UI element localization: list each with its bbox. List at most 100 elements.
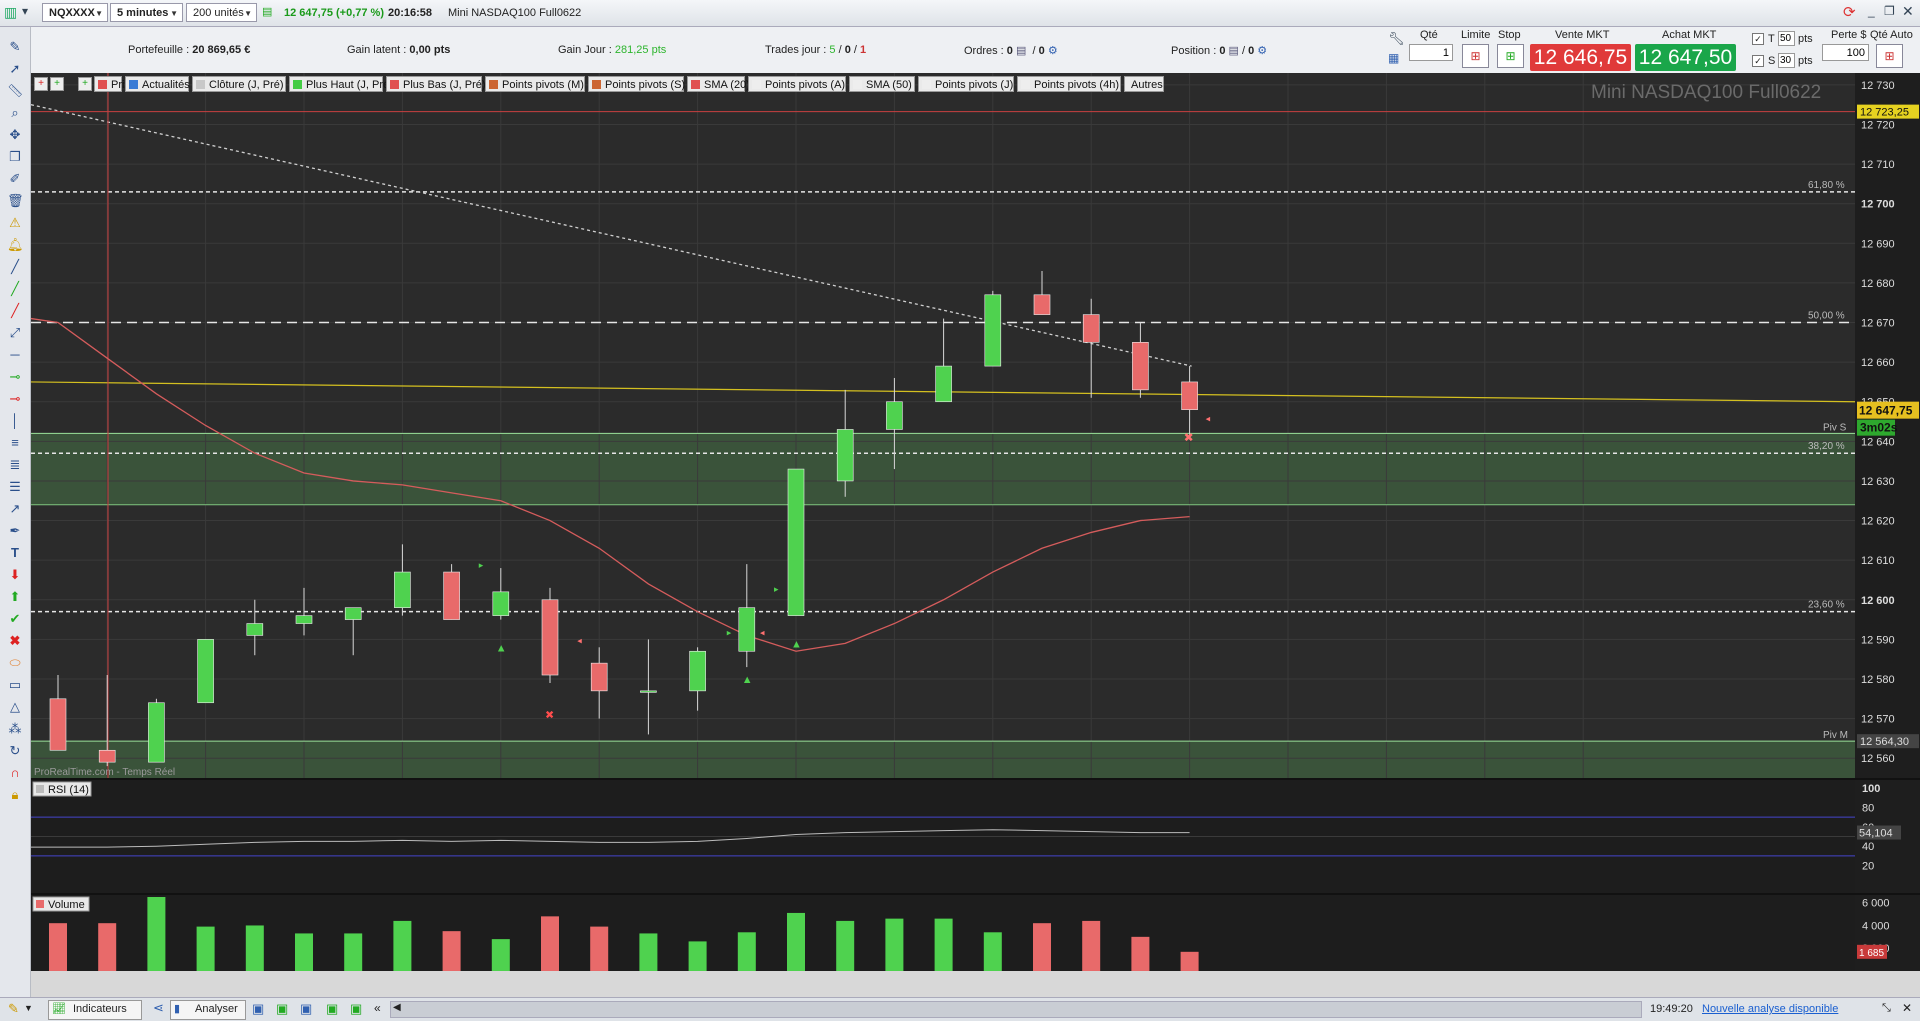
share-icon[interactable]: ⋖ xyxy=(153,1000,164,1016)
pencil-icon[interactable]: ✎ xyxy=(7,39,23,55)
fib-fan-icon[interactable]: ☰ xyxy=(7,479,23,495)
rectangle-icon[interactable]: ▭ xyxy=(7,677,23,693)
close-icon[interactable]: ✕ xyxy=(1902,1001,1912,1015)
legend-item[interactable]: Points pivots (M) xyxy=(485,76,585,92)
pen-menu-icon[interactable]: ✎ xyxy=(8,1001,19,1017)
volume-tick-label: 6 000 xyxy=(1862,898,1890,910)
maximize-icon[interactable]: _ xyxy=(1868,4,1875,18)
auto-qty-icon[interactable]: ⊞ xyxy=(1876,44,1903,68)
chart-scrollbar[interactable]: ◀ xyxy=(390,1001,1642,1018)
legend-label: SMA (20) xyxy=(704,79,750,91)
legend-item[interactable]: Points pivots (J) xyxy=(918,76,1014,92)
window-icon-4[interactable]: ▣ xyxy=(326,1001,338,1017)
copy-icon[interactable]: ❐ xyxy=(7,149,23,165)
red-line-icon[interactable]: ╱ xyxy=(7,303,23,319)
magnet-icon[interactable]: ∩ xyxy=(7,765,23,781)
window-restore-icon[interactable] xyxy=(1843,5,1857,19)
legend-item[interactable]: SMA (50) xyxy=(849,76,915,92)
orders-list-icon[interactable]: ▤ xyxy=(1016,45,1026,57)
cursor-icon[interactable]: ➚ xyxy=(7,61,23,77)
legend-move-icon[interactable]: + xyxy=(50,77,64,91)
new-analysis-link[interactable]: Nouvelle analyse disponible xyxy=(1702,1003,1838,1015)
settings-icon[interactable]: ⚙ xyxy=(1257,45,1267,57)
legend-item[interactable]: Points pivots (A) xyxy=(748,76,846,92)
restore-icon[interactable]: ❐ xyxy=(1884,4,1895,18)
wrench-icon[interactable]: 🔧︎ xyxy=(1388,31,1405,47)
s-checkbox[interactable]: ✓ xyxy=(1752,55,1764,67)
keyboard-icon[interactable]: ▦ xyxy=(1388,51,1399,65)
t-checkbox[interactable]: ✓ xyxy=(1752,33,1764,45)
check-icon[interactable]: ✔ xyxy=(7,611,23,627)
cycle-icon[interactable]: ↻ xyxy=(7,743,23,759)
bell-icon[interactable]: 🔔︎ xyxy=(7,237,24,253)
fib-extension-icon[interactable]: ≣ xyxy=(7,457,23,473)
stop-order-icon[interactable]: ⊞ xyxy=(1497,44,1524,68)
green-line-icon[interactable]: ╱ xyxy=(7,281,23,297)
pen-icon[interactable]: ✒ xyxy=(7,523,23,539)
chart-type-icon[interactable]: ▥ xyxy=(4,4,20,20)
s-input[interactable] xyxy=(1778,53,1795,68)
legend-item[interactable]: Clôture (J, Pré) xyxy=(192,76,286,92)
legend-item[interactable]: Plus Bas (J, Pré) xyxy=(386,76,486,92)
line-icon[interactable]: ╱ xyxy=(7,259,23,275)
position-list-icon[interactable]: ▤ xyxy=(1229,45,1239,57)
brush-icon[interactable]: ✐ xyxy=(7,171,23,187)
move-icon[interactable]: ✥ xyxy=(7,127,23,143)
y-tick-label: 12 640 xyxy=(1861,436,1895,448)
qty-label: Qté xyxy=(1420,29,1438,41)
indicators-button[interactable]: 📈︎ Indicateurs xyxy=(48,1000,142,1020)
limit-order-icon[interactable]: ⊞ xyxy=(1462,44,1489,68)
legend-overlay-icon[interactable]: + xyxy=(78,77,92,91)
legend-item[interactable]: Actualités xyxy=(125,76,190,92)
lock-icon[interactable]: 🔒︎ xyxy=(7,787,23,803)
chart-area[interactable]: ▲ ▲ ▲ ✖ ✖ ▸ ▸ ▸ ◂ ◂ ◂ 61,80 % 50,00 % 38,20 % 23,60 % P… xyxy=(31,73,1920,971)
red-hline-icon[interactable]: ⊸ xyxy=(7,391,23,407)
legend-zoom-icon[interactable]: + xyxy=(34,77,48,91)
close-icon[interactable]: ✕ xyxy=(1902,3,1914,20)
window-icon-2[interactable]: ▣ xyxy=(276,1001,288,1017)
alert-icon[interactable]: ⚠ xyxy=(7,215,23,231)
zoom-icon[interactable]: ⌕ xyxy=(7,105,23,121)
cross-icon[interactable]: ✖ xyxy=(7,633,23,649)
ellipse-icon[interactable]: ⬭ xyxy=(7,655,23,671)
legend-item[interactable]: Points pivots (4h) xyxy=(1017,76,1121,92)
timeframe-select[interactable]: 5 minutes ▼ xyxy=(110,3,183,22)
sell-market-button[interactable]: 12 646,75 xyxy=(1530,44,1631,71)
qty-input[interactable] xyxy=(1409,44,1453,61)
arrow-up-icon[interactable]: ⬆ xyxy=(7,589,23,605)
ruler-icon[interactable]: 📏︎ xyxy=(7,83,24,99)
settings-icon[interactable]: ⚙ xyxy=(1048,45,1058,57)
scroll-left-icon[interactable]: « xyxy=(374,1001,381,1015)
text-icon[interactable]: T xyxy=(7,545,23,561)
t-input[interactable] xyxy=(1778,31,1795,46)
fibonacci-icon[interactable]: ≡ xyxy=(7,435,23,451)
legend-item[interactable]: Autres xyxy=(1124,76,1164,92)
legend-item[interactable]: SMA (20) xyxy=(687,76,750,92)
units-select[interactable]: 200 unités ▼ xyxy=(186,3,257,22)
arrows-icon[interactable]: ⤡ xyxy=(1882,1002,1891,1015)
pattern-icon[interactable]: ⁂ xyxy=(7,721,23,737)
loss-input[interactable] xyxy=(1822,44,1869,61)
bell-icon[interactable]: ▾ xyxy=(22,4,32,20)
window-icon-3[interactable]: ▣ xyxy=(300,1001,312,1017)
window-icon-5[interactable]: ▣ xyxy=(350,1001,362,1017)
legend-item[interactable]: Plus Haut (J, Pré) xyxy=(289,76,393,92)
legend-item[interactable]: Prix xyxy=(94,76,130,92)
instrument-code: NQXXXX xyxy=(49,7,95,19)
trash-icon[interactable]: 🗑︎ xyxy=(7,193,24,209)
scroll-arrow-icon[interactable]: ◀ xyxy=(393,1002,401,1013)
window-icon-1[interactable]: ▣ xyxy=(252,1001,264,1017)
horizontal-line-icon[interactable]: ─ xyxy=(7,347,23,363)
legend-label: Points pivots (J) xyxy=(935,79,1014,91)
chevron-down-icon[interactable]: ▼ xyxy=(24,1003,33,1013)
instrument-select[interactable]: NQXXXX ▼ xyxy=(42,3,108,22)
green-hline-icon[interactable]: ⊸ xyxy=(7,369,23,385)
channel-icon[interactable]: ⤢ xyxy=(7,325,23,341)
arrow-icon[interactable]: ↗ xyxy=(7,501,23,517)
buy-market-button[interactable]: 12 647,50 xyxy=(1635,44,1736,71)
arrow-down-icon[interactable]: ⬇ xyxy=(7,567,23,583)
triangle-icon[interactable]: △ xyxy=(7,699,23,715)
vertical-line-icon[interactable]: │ xyxy=(7,413,23,429)
legend-item[interactable]: Points pivots (S) xyxy=(588,76,685,92)
analyze-button[interactable]: ▮ Analyser xyxy=(170,1000,246,1020)
